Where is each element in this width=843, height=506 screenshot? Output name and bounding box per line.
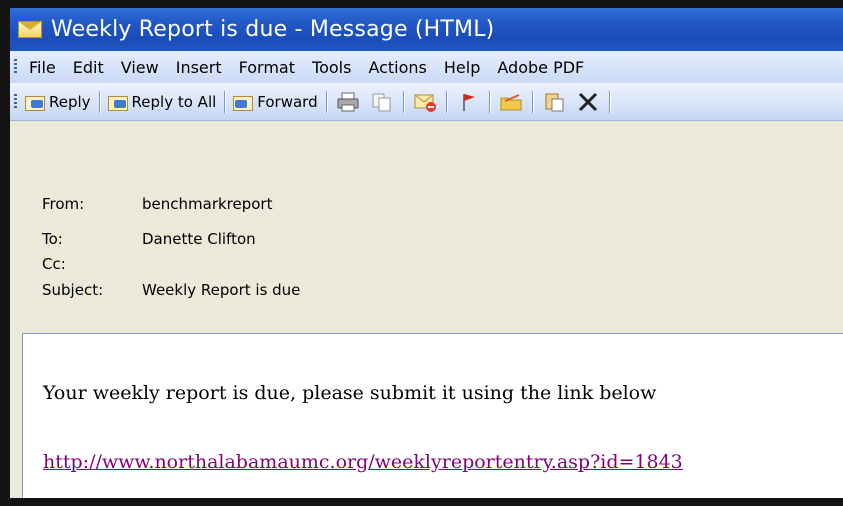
toolbar-separator bbox=[608, 90, 610, 113]
to-row: To: Danette Clifton bbox=[42, 230, 256, 248]
toolbar-separator bbox=[224, 90, 226, 113]
standard-toolbar: Reply Reply to All Forward bbox=[10, 83, 843, 121]
toolbar-grip-handle[interactable] bbox=[14, 93, 17, 110]
from-row: From: benchmarkreport bbox=[42, 195, 272, 213]
to-value[interactable]: Danette Clifton bbox=[142, 230, 256, 248]
menu-actions[interactable]: Actions bbox=[360, 58, 434, 77]
menu-format[interactable]: Format bbox=[231, 58, 303, 77]
menu-insert[interactable]: Insert bbox=[168, 58, 230, 77]
flag-icon[interactable] bbox=[456, 91, 480, 113]
menu-bar: File Edit View Insert Format Tools Actio… bbox=[10, 51, 843, 84]
mail-delete-icon[interactable] bbox=[413, 91, 437, 113]
message-body[interactable]: Your weekly report is due, please submit… bbox=[22, 333, 843, 498]
message-header: From: benchmarkreport To: Danette Clifto… bbox=[10, 121, 843, 334]
message-window: Weekly Report is due - Message (HTML) Fi… bbox=[10, 8, 843, 498]
from-label: From: bbox=[42, 195, 85, 213]
cc-row: Cc: bbox=[42, 255, 142, 273]
toolbar-separator bbox=[325, 90, 327, 113]
copy-icon[interactable] bbox=[370, 91, 394, 113]
toolbar-separator bbox=[488, 90, 490, 113]
body-text: Your weekly report is due, please submit… bbox=[43, 382, 657, 404]
subject-label: Subject: bbox=[42, 281, 104, 299]
menu-grip-handle[interactable] bbox=[14, 59, 17, 75]
menu-tools[interactable]: Tools bbox=[304, 58, 359, 77]
forward-label: Forward bbox=[257, 92, 318, 111]
cc-label: Cc: bbox=[42, 255, 66, 273]
reply-all-icon bbox=[107, 94, 128, 111]
toolbar-separator bbox=[531, 90, 533, 113]
window-title: Weekly Report is due - Message (HTML) bbox=[51, 17, 495, 42]
menu-edit[interactable]: Edit bbox=[65, 58, 112, 77]
forward-button[interactable]: Forward bbox=[229, 88, 321, 116]
reply-all-button[interactable]: Reply to All bbox=[104, 88, 221, 116]
to-label: To: bbox=[42, 230, 63, 248]
report-entry-link[interactable]: http://www.northalabamaumc.org/weeklyrep… bbox=[43, 451, 683, 473]
subject-value: Weekly Report is due bbox=[142, 281, 301, 299]
organize-icon[interactable] bbox=[542, 91, 566, 113]
print-icon[interactable] bbox=[336, 91, 360, 113]
toolbar-separator bbox=[445, 90, 447, 113]
menu-file[interactable]: File bbox=[21, 58, 64, 77]
reply-label: Reply bbox=[49, 92, 91, 111]
menu-help[interactable]: Help bbox=[436, 58, 488, 77]
forward-icon bbox=[233, 94, 254, 111]
menu-adobe-pdf[interactable]: Adobe PDF bbox=[489, 58, 592, 77]
from-value[interactable]: benchmarkreport bbox=[142, 195, 272, 213]
toolbar-separator bbox=[98, 90, 100, 113]
reply-button[interactable]: Reply bbox=[21, 88, 95, 116]
reply-all-label: Reply to All bbox=[131, 92, 217, 111]
screenshot-frame: Weekly Report is due - Message (HTML) Fi… bbox=[0, 0, 843, 506]
subject-row: Subject: Weekly Report is due bbox=[42, 281, 300, 299]
delete-icon[interactable] bbox=[576, 91, 600, 113]
envelope-icon bbox=[18, 21, 42, 38]
move-to-folder-icon[interactable] bbox=[499, 91, 523, 113]
toolbar-separator bbox=[402, 90, 404, 113]
menu-view[interactable]: View bbox=[113, 58, 167, 77]
reply-icon bbox=[25, 94, 45, 111]
title-bar[interactable]: Weekly Report is due - Message (HTML) bbox=[10, 8, 843, 51]
